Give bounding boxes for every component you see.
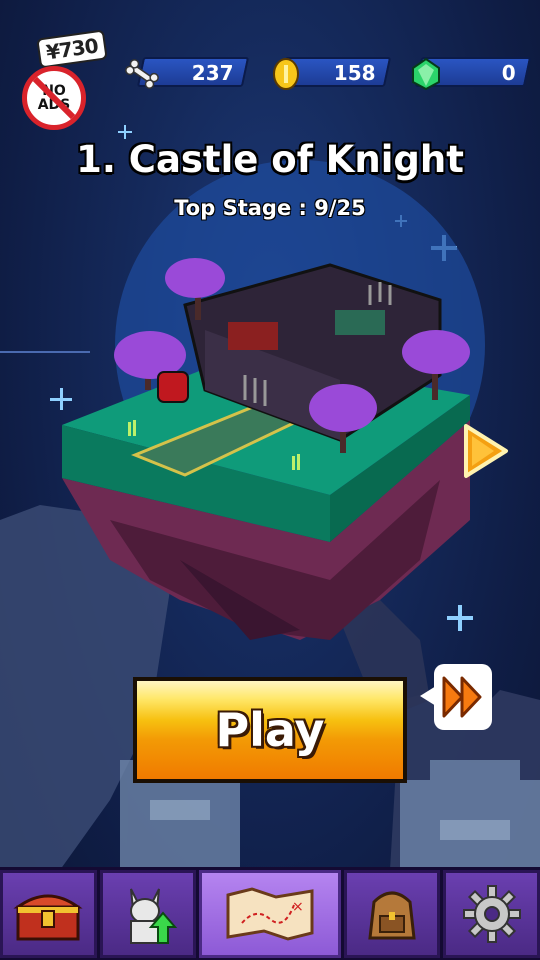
next-world-arrow-icon[interactable] <box>460 422 510 480</box>
treasure-chest-icon <box>13 894 83 941</box>
nav-backpack[interactable] <box>343 870 441 958</box>
gear-icon <box>462 885 521 943</box>
play-button-label: Play <box>215 703 325 757</box>
nav-settings[interactable] <box>443 870 540 958</box>
nav-treasure[interactable] <box>0 870 97 958</box>
bone-icon <box>125 59 159 89</box>
gems-value: 0 <box>501 61 516 85</box>
no-ads-button[interactable]: NO ADS <box>22 66 86 130</box>
stage-title: 1. Castle of Knight <box>76 138 464 181</box>
coin-icon <box>273 58 299 90</box>
map-icon: × <box>226 887 314 941</box>
backpack-icon <box>368 891 416 940</box>
top-stage-label: Top Stage : 9/25 <box>174 196 366 220</box>
bones-value: 237 <box>192 61 234 85</box>
coins-value: 158 <box>334 61 376 85</box>
nav-stage-map[interactable]: × <box>199 870 341 958</box>
hero-upgrade-icon <box>129 888 177 944</box>
no-ads-label: NO ADS <box>37 83 71 113</box>
nav-hero-upgrade[interactable] <box>99 870 197 958</box>
bottom-nav: × <box>0 867 540 960</box>
gem-icon <box>412 57 440 91</box>
fast-forward-icon[interactable] <box>418 662 494 732</box>
play-button[interactable]: Play <box>133 677 407 783</box>
svg-text:×: × <box>292 899 304 915</box>
